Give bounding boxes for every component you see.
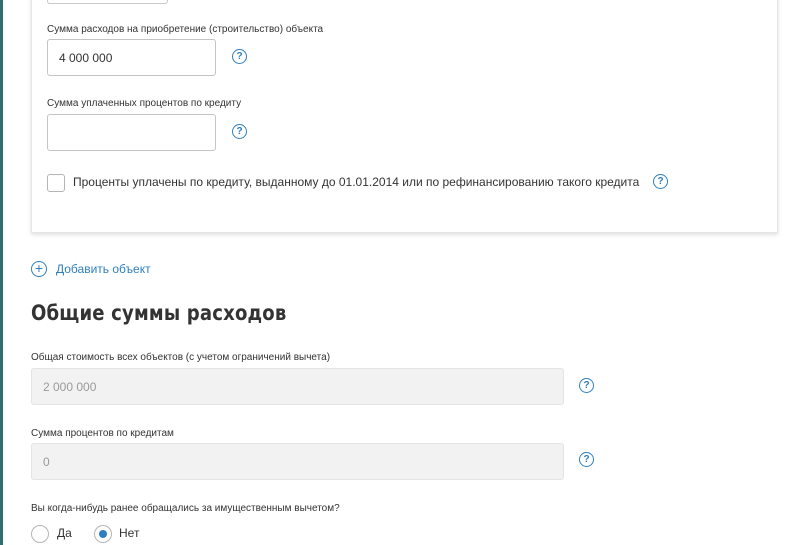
previous-deduction-question: Вы когда-нибудь ранее обращались за имущ… <box>31 503 340 514</box>
radio-no[interactable] <box>94 525 112 543</box>
section-title: Общие суммы расходов <box>31 301 287 325</box>
total-interest-help-icon[interactable]: ? <box>579 452 594 467</box>
radio-yes-label[interactable]: Да <box>57 526 72 540</box>
total-interest-label: Сумма процентов по кредитам <box>31 428 174 439</box>
total-cost-field: 2 000 000 <box>31 368 564 405</box>
add-object-label: Добавить объект <box>56 262 151 276</box>
total-cost-help-icon[interactable]: ? <box>579 378 594 393</box>
previous-field-bottom <box>47 0 168 4</box>
left-border <box>0 0 3 545</box>
pre2014-checkbox[interactable] <box>47 174 65 192</box>
interest-input[interactable] <box>47 114 216 151</box>
cost-label: Сумма расходов на приобретение (строител… <box>47 24 324 35</box>
total-cost-label: Общая стоимость всех объектов (с учетом … <box>31 352 331 363</box>
radio-yes[interactable] <box>31 525 49 543</box>
add-object-link[interactable]: + Добавить объект <box>31 261 151 277</box>
interest-label: Сумма уплаченных процентов по кредиту <box>47 98 242 109</box>
total-interest-field: 0 <box>31 443 564 480</box>
radio-no-label[interactable]: Нет <box>119 526 139 540</box>
pre2014-checkbox-label[interactable]: Проценты уплачены по кредиту, выданному … <box>73 175 639 189</box>
interest-help-icon[interactable]: ? <box>232 124 247 139</box>
plus-circle-icon: + <box>31 261 47 277</box>
pre2014-help-icon[interactable]: ? <box>653 174 668 189</box>
cost-input[interactable]: 4 000 000 <box>47 39 216 76</box>
cost-help-icon[interactable]: ? <box>232 49 247 64</box>
